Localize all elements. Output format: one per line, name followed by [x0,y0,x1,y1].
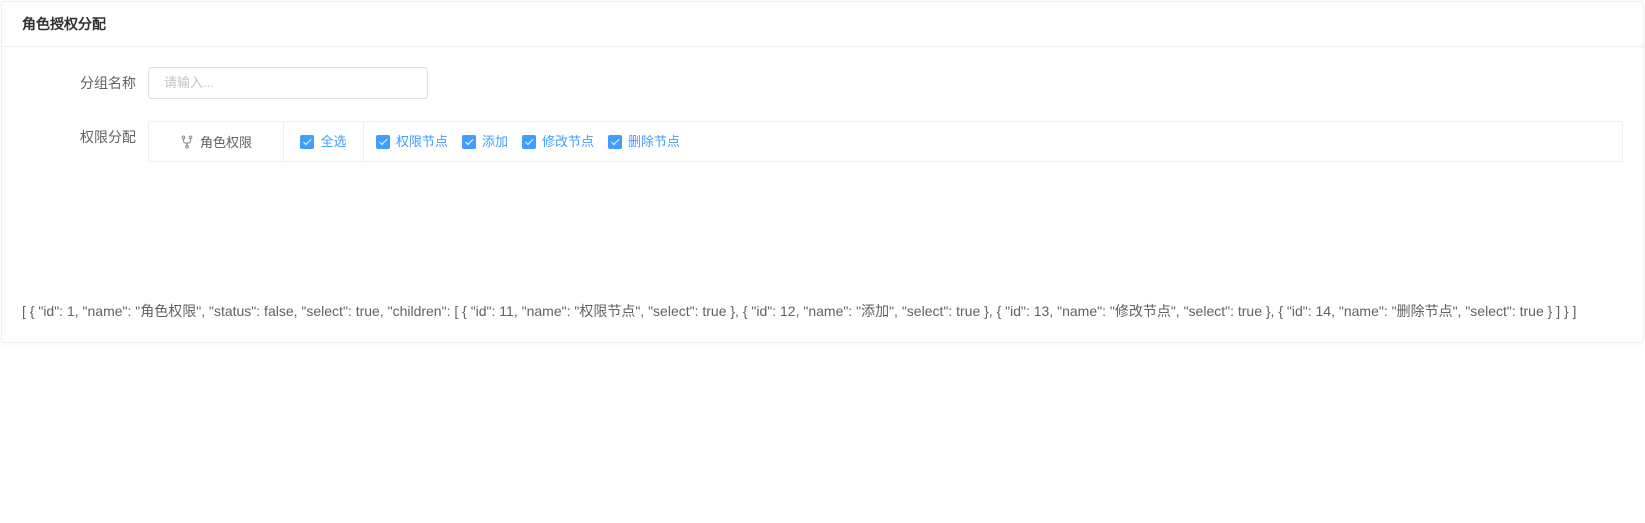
input-group-name[interactable] [148,67,428,99]
checkbox-box [522,135,536,149]
checkbox-box [462,135,476,149]
checkbox-child-3[interactable]: 删除节点 [608,135,680,149]
checkbox-child-0[interactable]: 权限节点 [376,135,448,149]
perm-select-all-cell: 全选 [284,122,364,161]
checkbox-child-1[interactable]: 添加 [462,135,508,149]
perm-children-cell: 权限节点 添加 修改节点 删除节点 [364,122,1622,161]
label-perm-assign: 权限分配 [22,121,148,153]
form-content-perm-assign: 角色权限 全选 权限节点 [148,121,1623,162]
panel: 角色授权分配 分组名称 权限分配 [1,1,1644,343]
perm-root-cell: 角色权限 [149,122,284,161]
label-group-name: 分组名称 [22,67,148,99]
branch-icon [180,135,194,149]
checkbox-child-3-label: 删除节点 [628,135,680,148]
panel-title: 角色授权分配 [2,2,1643,47]
checkbox-box [300,135,314,149]
checkbox-child-0-label: 权限节点 [396,135,448,148]
perm-root-name: 角色权限 [200,132,252,151]
checkbox-box [608,135,622,149]
checkbox-child-2[interactable]: 修改节点 [522,135,594,149]
form-row-perm-assign: 权限分配 角色权限 [22,121,1623,162]
debug-output: [ { "id": 1, "name": "角色权限", "status": f… [2,302,1643,342]
form: 分组名称 权限分配 [2,47,1643,162]
checkbox-select-all-label: 全选 [320,135,346,148]
perm-table: 角色权限 全选 权限节点 [148,121,1623,162]
form-row-group-name: 分组名称 [22,67,1623,99]
checkbox-child-2-label: 修改节点 [542,135,594,148]
checkbox-child-1-label: 添加 [482,135,508,148]
checkbox-box [376,135,390,149]
checkbox-select-all[interactable]: 全选 [300,135,346,149]
form-content-group-name [148,67,1623,99]
